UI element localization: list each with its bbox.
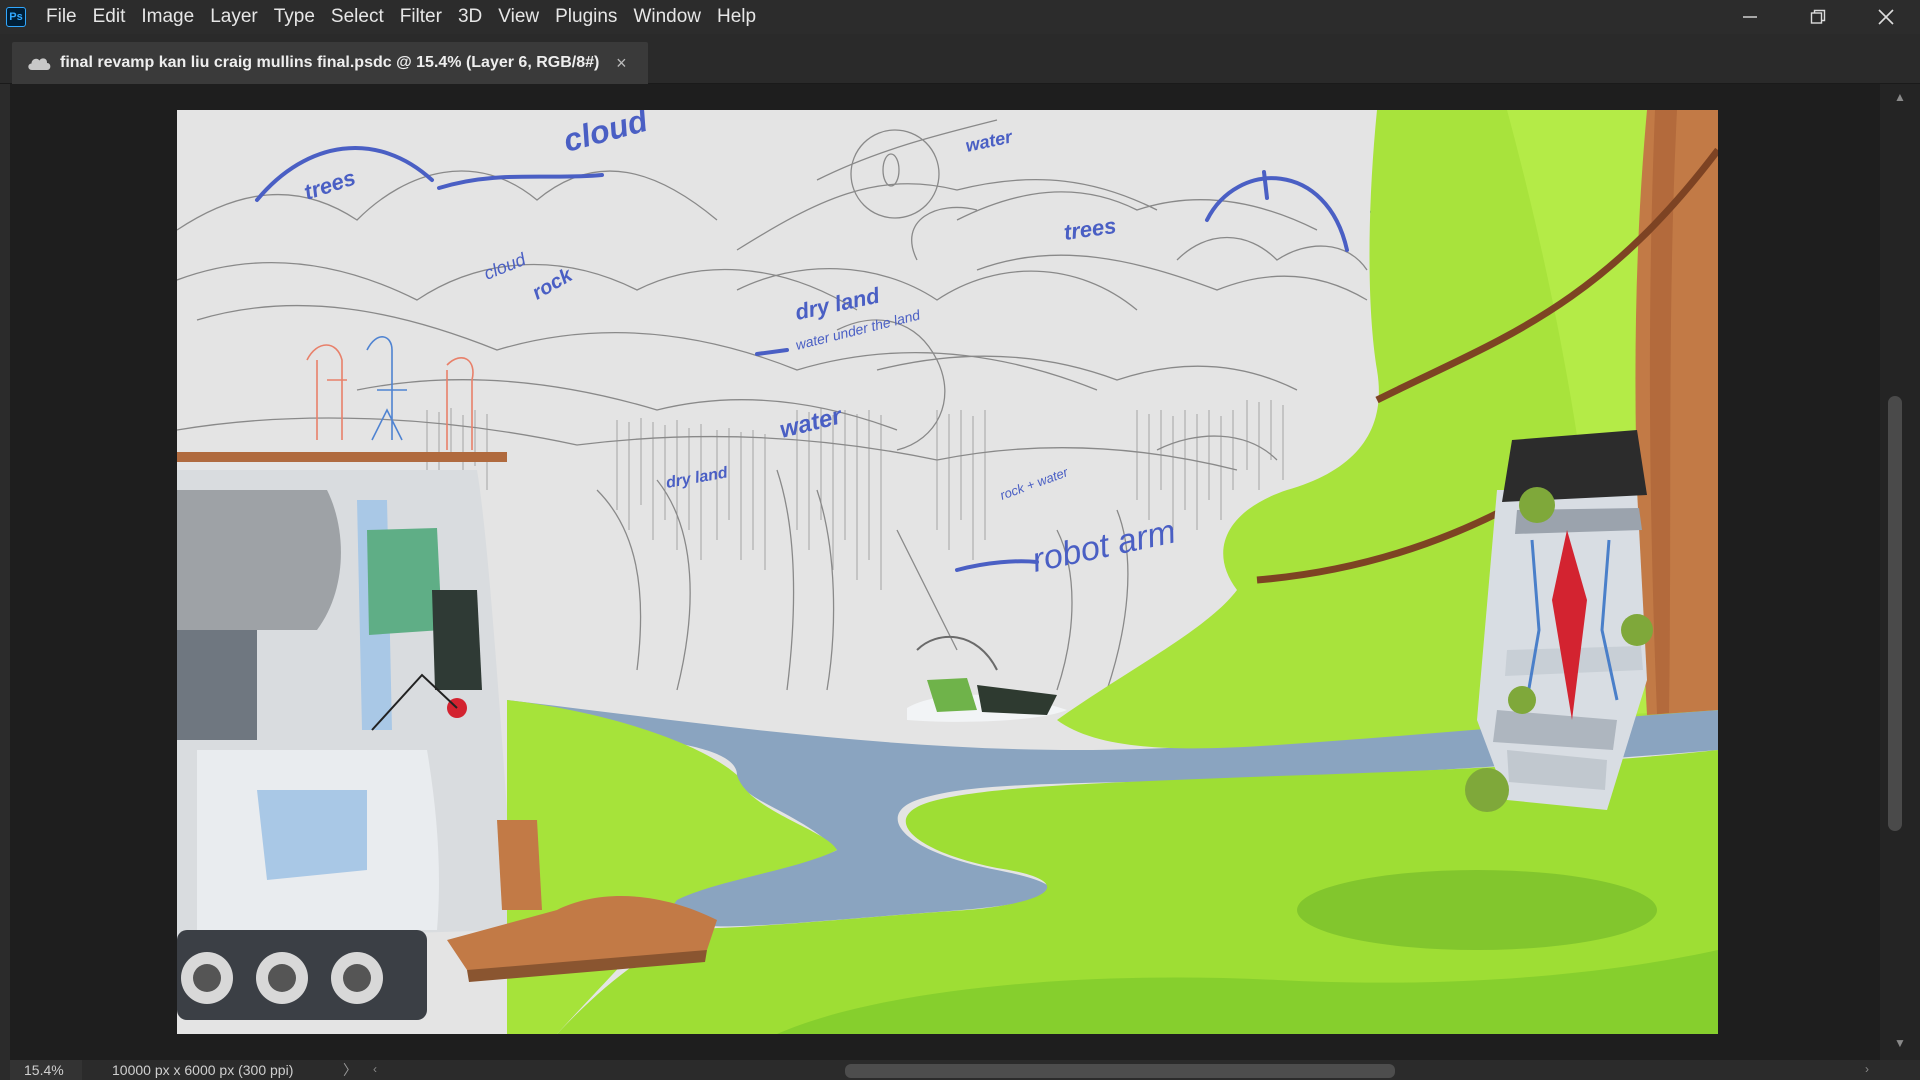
close-icon [1878, 9, 1894, 25]
menu-3d[interactable]: 3D [450, 0, 490, 34]
document-canvas[interactable]: trees cloud cloud rock dry land water un… [177, 110, 1718, 1034]
menu-image[interactable]: Image [133, 0, 202, 34]
document-tab-title: final revamp kan liu craig mullins final… [60, 54, 600, 71]
document-tab[interactable]: final revamp kan liu craig mullins final… [12, 42, 648, 84]
zoom-level-field[interactable]: 15.4% [10, 1060, 82, 1080]
restore-button[interactable] [1784, 0, 1852, 34]
menu-view[interactable]: View [490, 0, 547, 34]
menu-filter[interactable]: Filter [392, 0, 450, 34]
minimize-icon [1743, 16, 1757, 18]
document-tab-bar: final revamp kan liu craig mullins final… [0, 34, 1920, 84]
menu-edit[interactable]: Edit [85, 0, 134, 34]
menu-file[interactable]: File [38, 0, 85, 34]
menu-type[interactable]: Type [266, 0, 323, 34]
menu-bar: Ps File Edit Image Layer Type Select Fil… [0, 0, 1920, 34]
menu-select[interactable]: Select [323, 0, 392, 34]
painting-artwork: trees cloud cloud rock dry land water un… [177, 110, 1718, 1034]
menu-help[interactable]: Help [709, 0, 764, 34]
horizontal-scroll-thumb[interactable] [845, 1064, 1395, 1078]
vertical-scrollbar[interactable]: ▲ ▼ [1880, 84, 1920, 1060]
close-window-button[interactable] [1852, 0, 1920, 34]
vertical-scroll-thumb[interactable] [1888, 396, 1902, 831]
left-panel-edge [0, 84, 10, 1060]
status-bar: 15.4% 10000 px x 6000 px (300 ppi) 〉 ‹ › [0, 1060, 1920, 1080]
status-menu-chevron-icon[interactable]: 〉 [342, 1060, 358, 1080]
horizontal-scrollbar[interactable]: ‹ › [360, 1062, 1900, 1078]
menu-plugins[interactable]: Plugins [547, 0, 625, 34]
window-controls [1716, 0, 1920, 34]
photoshop-logo-icon[interactable]: Ps [6, 7, 26, 27]
tab-close-icon[interactable]: × [613, 53, 629, 74]
scroll-right-icon[interactable]: › [1860, 1062, 1874, 1076]
restore-icon [1810, 9, 1826, 24]
menu-layer[interactable]: Layer [202, 0, 266, 34]
menu-window[interactable]: Window [625, 0, 709, 34]
cloud-icon [28, 58, 51, 70]
minimize-button[interactable] [1716, 0, 1784, 34]
scroll-left-icon[interactable]: ‹ [368, 1062, 382, 1076]
scroll-up-icon[interactable]: ▲ [1892, 90, 1908, 106]
document-info: 10000 px x 6000 px (300 ppi) [112, 1062, 294, 1078]
scroll-down-icon[interactable]: ▼ [1892, 1036, 1908, 1052]
